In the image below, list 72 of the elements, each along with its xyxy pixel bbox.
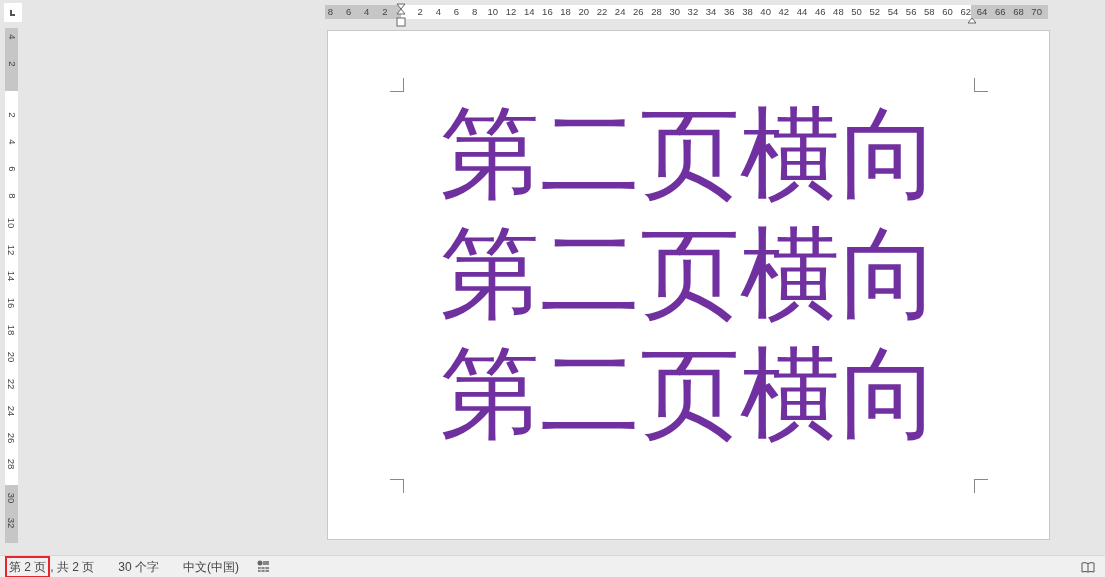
ruler-number: 6 [6,166,17,172]
ruler-number: 36 [724,7,735,17]
ruler-number: 2 [6,112,17,119]
ruler-number: 16 [6,298,17,309]
ruler-number: 12 [6,244,17,255]
ruler-number: 6 [345,7,352,17]
status-text[interactable]: 第 2 页 [5,555,51,577]
ruler-number: 4 [435,7,441,17]
ruler-number: 2 [6,60,17,67]
ruler-number: 26 [633,7,644,17]
ruler-number: 4 [364,7,370,17]
ruler-number: 46 [814,7,826,17]
ruler-number: 40 [760,7,771,17]
ruler-number: 4 [6,139,17,145]
ruler-number: 66 [995,7,1006,17]
ruler-number: 30 [6,492,17,503]
document-heading: 第二页横向 [439,334,940,454]
ruler-number: 64 [976,7,988,17]
document-heading: 第二页横向 [439,94,940,214]
ruler-number: 24 [614,7,626,17]
indent-marker-icon[interactable] [396,3,406,28]
ruler-number: 68 [1013,7,1024,17]
crop-mark [390,78,404,92]
ruler-number: 22 [596,7,608,17]
ruler-number: 20 [6,351,17,363]
ruler-number: 58 [924,7,935,17]
ruler-number: 48 [833,7,844,17]
ruler-number: 70 [1031,7,1042,17]
crop-mark [390,479,404,493]
ruler-number: 42 [778,7,790,17]
ruler-number: 8 [327,7,333,17]
ruler-number: 32 [687,7,699,17]
ruler-number: 56 [905,7,917,17]
status-text[interactable]: 30 个字 [114,555,164,577]
ruler-number: 38 [742,7,753,17]
ruler-number: 32 [6,517,17,528]
ruler-number: 34 [705,7,717,17]
tab-stop-icon[interactable] [4,3,22,22]
ruler-number: 16 [542,7,553,17]
ruler-number: 30 [669,7,680,17]
macro-record-icon[interactable] [257,560,271,573]
ruler-number: 12 [505,7,517,17]
ruler-number: 18 [560,7,571,17]
ruler-number: 2 [417,7,423,17]
ruler-number: 8 [472,7,478,17]
right-indent-marker-icon[interactable] [967,17,977,24]
ruler-number: 6 [453,7,460,17]
ruler-number: 60 [942,7,953,17]
ruler-number: 8 [6,193,17,199]
ruler-number: 10 [6,217,17,229]
status-text[interactable]: 中文(中国) [179,555,244,577]
ruler-number: 20 [578,7,590,17]
ruler-number: 10 [487,7,499,17]
crop-mark [974,479,988,493]
ruler-number: 28 [6,459,17,470]
ruler-number: 26 [6,432,17,443]
ruler-number: 14 [6,271,17,282]
ruler-number: 50 [851,7,862,17]
ruler-number: 14 [523,7,535,17]
ruler-number: 44 [796,7,808,17]
ruler-number: 28 [651,7,662,17]
ruler-number: 4 [6,34,17,40]
read-mode-icon[interactable] [1081,560,1095,573]
ruler-number: 24 [6,405,17,416]
ruler-number: 52 [869,7,881,17]
crop-mark [974,78,988,92]
ruler-number: 18 [6,324,17,336]
ruler-number: 22 [6,378,17,390]
document-heading: 第二页横向 [439,214,940,334]
ruler-number: 54 [887,7,899,17]
ruler-number: 62 [960,7,971,17]
ruler-number: 2 [382,7,388,17]
